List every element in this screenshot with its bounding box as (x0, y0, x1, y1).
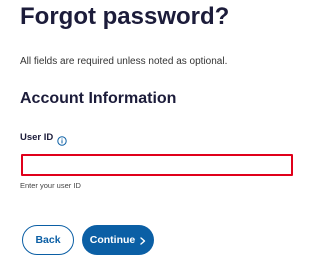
required-fields-note: All fields are required unless noted as … (20, 56, 228, 67)
user-id-label: User ID (20, 132, 54, 143)
page-title: Forgot password? (20, 3, 230, 30)
section-title: Account Information (20, 90, 177, 107)
user-id-label-row: User ID (20, 132, 67, 146)
chevron-right-icon (140, 236, 146, 245)
continue-button[interactable]: Continue (82, 225, 154, 255)
back-button[interactable]: Back (22, 225, 74, 255)
info-circle-icon[interactable] (57, 133, 67, 146)
user-id-helper-text: Enter your user ID (20, 181, 81, 190)
user-id-input[interactable] (21, 154, 293, 176)
back-button-label: Back (35, 234, 61, 246)
continue-button-label: Continue (89, 234, 136, 246)
